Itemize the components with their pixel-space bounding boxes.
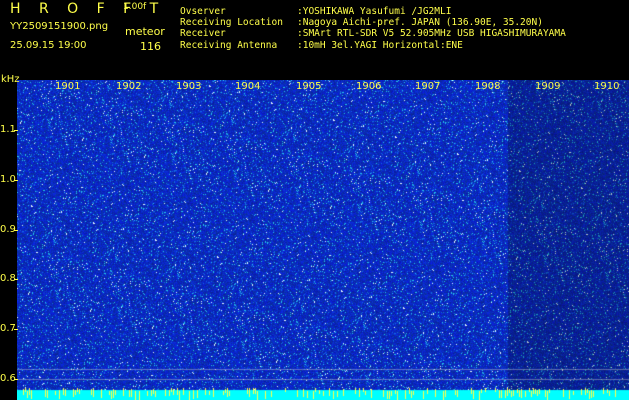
- x-tick-label: 1905: [296, 81, 322, 92]
- y-axis-unit: kHz: [1, 74, 20, 85]
- x-tick-label: 1906: [356, 81, 382, 92]
- x-tick-label: 1904: [235, 81, 261, 92]
- info-row: Receiving Location :Nagoya Aichi-pref. J…: [180, 17, 566, 28]
- x-tick-label: 1901: [55, 81, 81, 92]
- x-tick-label: 1908: [475, 81, 501, 92]
- date-time: 25.09.15 19:00: [10, 40, 87, 51]
- info-value: :10mH 3el.YAGI Horizontal:ENE: [297, 39, 463, 51]
- y-tick-mark: [14, 230, 18, 231]
- x-tick-label: 1902: [116, 81, 142, 92]
- y-tick-mark: [14, 379, 18, 380]
- info-label: Ovserver: [180, 6, 226, 17]
- info-label: Receiving Antenna: [180, 39, 278, 51]
- y-tick-mark: [14, 180, 18, 181]
- x-tick-label: 1903: [176, 81, 202, 92]
- info-value: :Nagoya Aichi-pref. JAPAN (136.90E, 35.2…: [297, 17, 543, 29]
- spectrogram-canvas: [17, 80, 629, 400]
- file-name: YY2509151900.png: [10, 21, 109, 32]
- x-tick-label: 1909: [535, 81, 561, 92]
- info-value: :YOSHIKAWA Yasufumi /JG2MLI: [297, 6, 452, 17]
- info-row: Receiving Antenna :10mH 3el.YAGI Horizon…: [180, 40, 566, 51]
- info-label: Receiver: [180, 28, 226, 40]
- echo-count: 116: [140, 40, 161, 53]
- y-tick-mark: [14, 130, 18, 131]
- app-version: 1.00f: [123, 2, 147, 12]
- info-value: :SMArt RTL-SDR V5 52.905MHz USB HIGASHIM…: [297, 28, 566, 40]
- y-tick-mark: [14, 279, 18, 280]
- x-tick-label: 1910: [594, 81, 620, 92]
- info-row: Ovserver :YOSHIKAWA Yasufumi /JG2MLI: [180, 6, 566, 17]
- x-tick-label: 1907: [415, 81, 441, 92]
- info-label: Receiving Location: [180, 17, 283, 29]
- mode-label: meteor: [125, 25, 165, 38]
- info-row: Receiver :SMArt RTL-SDR V5 52.905MHz USB…: [180, 28, 566, 39]
- station-info: Ovserver :YOSHIKAWA Yasufumi /JG2MLI Rec…: [180, 6, 566, 51]
- spectrogram: [17, 80, 629, 400]
- y-tick-mark: [14, 329, 18, 330]
- hrofft-window: H R O F F T 1.00f YY2509151900.png meteo…: [0, 0, 629, 400]
